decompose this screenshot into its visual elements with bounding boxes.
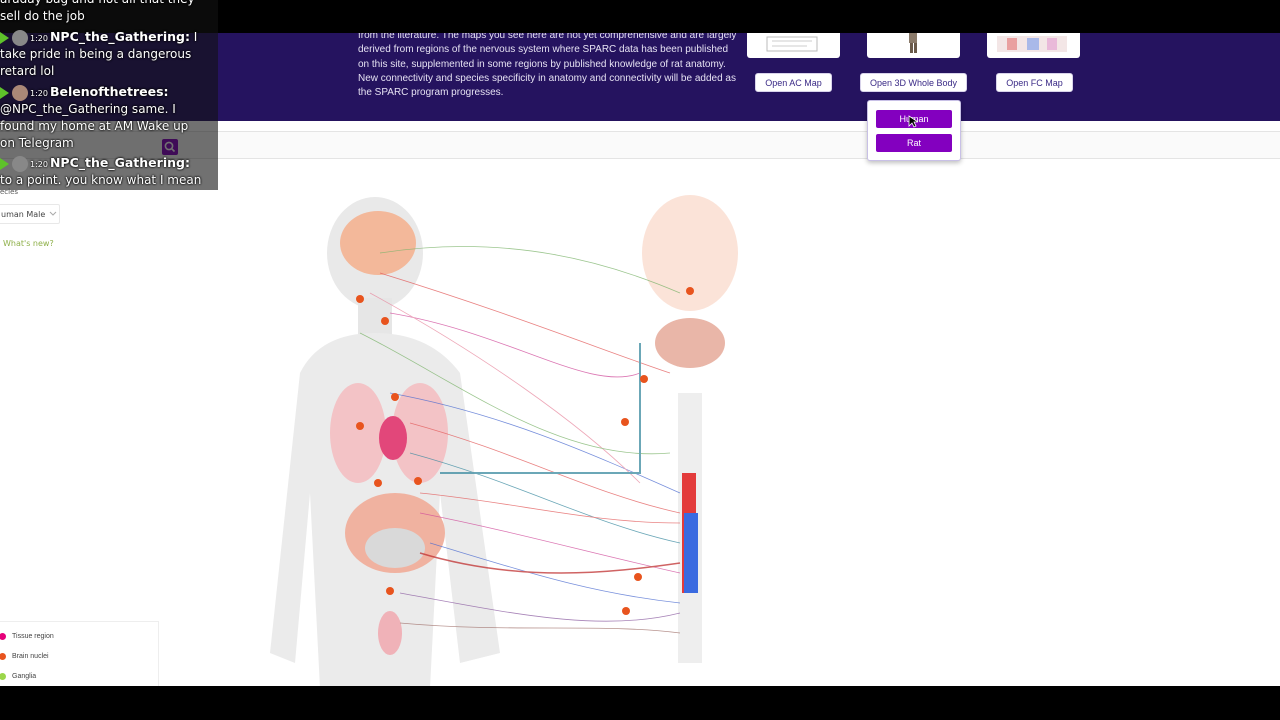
legend-item-ganglia: Ganglia [0,670,36,682]
map-legend: Tissue region Brain nuclei Ganglia [0,621,159,686]
legend-dot [0,632,6,640]
fc-map-thumbnail[interactable] [987,33,1080,58]
stream-chat-overlay: araday bag and not all that they sell do… [0,0,218,190]
marker-pin[interactable] [381,317,389,325]
mouse-cursor-icon [908,115,918,128]
marker-pin[interactable] [621,418,629,426]
hero-paragraph: from the literature. The maps you see he… [358,33,737,99]
species-select-value: uman Male [1,209,46,219]
screen-bottom-bar [0,686,1280,720]
whats-new-link[interactable]: What's new? [3,239,54,248]
marker-pin[interactable] [356,295,364,303]
legend-dot [0,672,6,680]
chat-message-line: on Telegram [0,136,74,150]
chat-username[interactable]: NPC_the_Gathering: [50,29,190,44]
small-intestine[interactable] [365,528,425,568]
marker-pin[interactable] [386,587,394,595]
cerebellum-region[interactable] [655,318,725,368]
chat-timestamp: 1:20 [30,160,48,169]
flatmap-canvas[interactable] [260,193,760,686]
avatar [12,29,28,46]
ac-map-thumbnail-icon [766,36,818,52]
chat-message-text: I [193,30,198,44]
play-icon [0,157,9,170]
left-lung[interactable] [330,383,386,483]
legend-item-brain-nuclei: Brain nuclei [0,650,49,662]
heart[interactable] [379,416,407,460]
chat-message-line: sell do the job [0,9,85,23]
chat-message-header: 1:20 NPC_the_Gathering: I [0,28,197,48]
fc-map-thumbnail-icon [997,36,1067,52]
avatar [12,155,28,172]
legend-label: Brain nuclei [12,652,49,660]
chat-username[interactable]: NPC_the_Gathering: [50,155,190,170]
marker-pin[interactable] [414,477,422,485]
legend-item-tissue-region: Tissue region [0,630,54,642]
open-3d-whole-body-button[interactable]: Open 3D Whole Body [860,73,967,92]
whole-body-species-dropdown: Human Rat [867,100,961,161]
chat-message-header: 1:20 Belenofthetrees: [0,83,169,103]
play-icon [0,86,9,99]
marker-pin[interactable] [686,287,694,295]
human-figure-icon [909,33,917,53]
legend-label: Ganglia [12,672,37,680]
chevron-down-icon [49,211,57,216]
chat-timestamp: 1:20 [30,89,48,98]
chat-message-line: found my home at AM Wake up [0,119,189,133]
brain-region[interactable] [340,211,416,275]
chat-username[interactable]: Belenofthetrees: [50,84,169,99]
chat-message-line: @NPC_the_Gathering same. I [0,102,176,116]
chat-message-line: to a point. you know what I mean [0,173,202,187]
spinal-segment-blue [684,513,698,593]
chat-message-header: 1:20 NPC_the_Gathering: [0,154,190,174]
dropdown-option-rat[interactable]: Rat [876,134,952,152]
chat-timestamp: 1:20 [30,34,48,43]
marker-pin[interactable] [634,573,642,581]
marker-pin[interactable] [374,479,382,487]
bladder[interactable] [378,611,402,655]
chat-message-line: take pride in being a dangerous [0,47,192,61]
marker-pin[interactable] [622,607,630,615]
open-ac-map-button[interactable]: Open AC Map [755,73,832,92]
marker-pin[interactable] [640,375,648,383]
open-fc-map-button[interactable]: Open FC Map [996,73,1073,92]
legend-label: Tissue region [12,632,54,640]
whole-body-thumbnail[interactable] [867,33,960,58]
marker-pin[interactable] [391,393,399,401]
legend-dot [0,652,6,660]
play-icon [0,31,9,44]
species-select[interactable]: uman Male [0,204,60,224]
avatar [12,84,28,101]
marker-pin[interactable] [356,422,364,430]
chat-message-line: retard lol [0,64,55,78]
ac-map-thumbnail[interactable] [747,33,840,58]
